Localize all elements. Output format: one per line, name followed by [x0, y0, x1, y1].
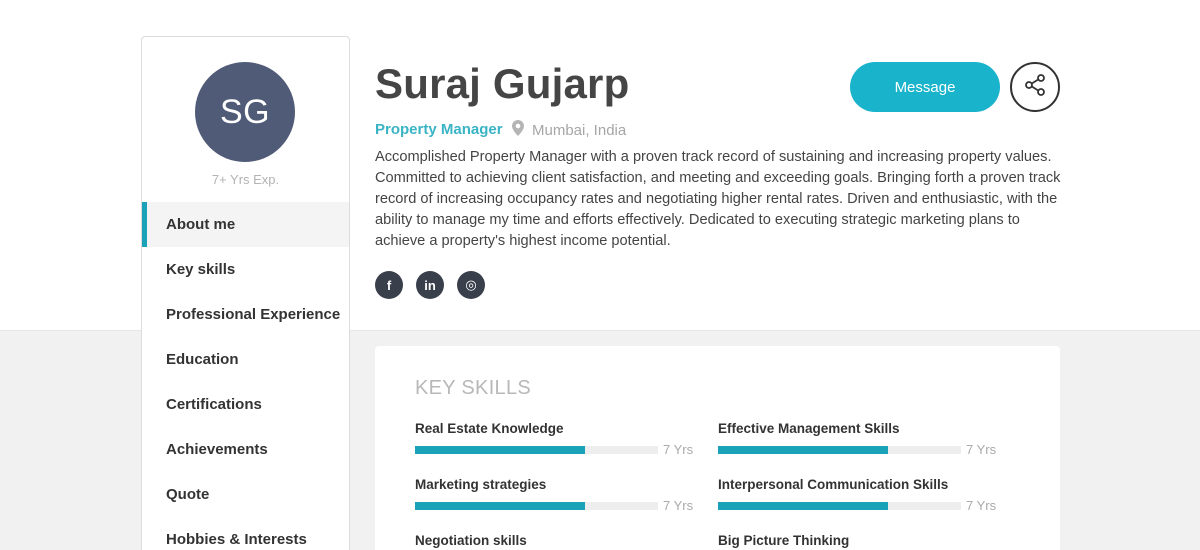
sidebar-item-label: Quote [166, 486, 210, 503]
skill-name: Big Picture Thinking [718, 533, 850, 548]
profile-location: Mumbai, India [512, 120, 626, 140]
sidebar-item-achievements[interactable]: Achievements [142, 427, 349, 472]
skill-item: Real Estate Knowledge 7 Yrs [415, 421, 695, 457]
skill-bar [415, 445, 658, 454]
skill-bar-fill [718, 445, 889, 454]
sidebar-item-label: About me [166, 216, 236, 233]
sidebar-item-professional-experience[interactable]: Professional Experience [142, 292, 349, 337]
profile-sidebar: SG 7+ Yrs Exp. About me Key skills Profe… [141, 36, 350, 550]
map-pin-icon [512, 120, 524, 140]
skill-name: Negotiation skills [415, 533, 527, 548]
skill-item: Interpersonal Communication Skills 7 Yrs [718, 477, 998, 513]
skill-item: Effective Management Skills 7 Yrs [718, 421, 998, 457]
instagram-glyph: ◎ [465, 277, 477, 292]
sidebar-item-quote[interactable]: Quote [142, 472, 349, 517]
profile-role: Property Manager [375, 121, 503, 138]
sidebar-item-label: Professional Experience [166, 306, 341, 323]
key-skills-card: KEY SKILLS Real Estate Knowledge 7 Yrs E… [375, 346, 1060, 550]
sidebar-item-label: Certifications [166, 396, 262, 413]
skill-bar-fill [718, 501, 889, 510]
avatar: SG [195, 62, 295, 162]
sidebar-item-label: Achievements [166, 441, 268, 458]
share-button[interactable] [1010, 62, 1060, 112]
message-button[interactable]: Message [850, 62, 1000, 112]
social-links: f in ◎ [375, 271, 485, 299]
sidebar-item-education[interactable]: Education [142, 337, 349, 382]
sidebar-nav: About me Key skills Professional Experie… [142, 202, 349, 550]
skill-name: Marketing strategies [415, 477, 547, 492]
sidebar-item-label: Education [166, 351, 239, 368]
skill-item: Negotiation skills [415, 533, 695, 550]
profile-name: Suraj Gujarp [375, 60, 630, 107]
linkedin-icon[interactable]: in [416, 271, 444, 299]
key-skills-title: KEY SKILLS [415, 377, 532, 399]
location-text: Mumbai, India [532, 121, 627, 139]
skill-bar [718, 445, 961, 454]
skill-bar-fill [415, 501, 586, 510]
skill-years: 7 Yrs [663, 442, 694, 457]
experience-label: 7+ Yrs Exp. [211, 172, 280, 187]
about-text: Accomplished Property Manager with a pro… [375, 149, 1061, 249]
skill-item: Big Picture Thinking [718, 533, 998, 550]
skill-years: 7 Yrs [663, 498, 694, 513]
sidebar-item-hobbies-interests[interactable]: Hobbies & Interests [142, 517, 349, 550]
sidebar-item-key-skills[interactable]: Key skills [142, 247, 349, 292]
instagram-icon[interactable]: ◎ [457, 271, 485, 299]
facebook-icon[interactable]: f [375, 271, 403, 299]
skill-bar [718, 501, 961, 510]
skill-name: Effective Management Skills [718, 421, 900, 436]
linkedin-glyph: in [424, 277, 436, 293]
sidebar-item-label: Hobbies & Interests [166, 531, 307, 548]
skill-bar [415, 501, 658, 510]
skill-years: 7 Yrs [966, 498, 997, 513]
skill-item: Marketing strategies 7 Yrs [415, 477, 695, 513]
skill-name: Interpersonal Communication Skills [718, 477, 949, 492]
share-icon [1023, 73, 1047, 102]
facebook-glyph: f [386, 277, 392, 293]
skill-bar-fill [415, 445, 586, 454]
sidebar-item-about-me[interactable]: About me [142, 202, 349, 247]
sidebar-item-certifications[interactable]: Certifications [142, 382, 349, 427]
skill-years: 7 Yrs [966, 442, 997, 457]
sidebar-item-label: Key skills [166, 261, 236, 278]
skill-name: Real Estate Knowledge [415, 421, 564, 436]
